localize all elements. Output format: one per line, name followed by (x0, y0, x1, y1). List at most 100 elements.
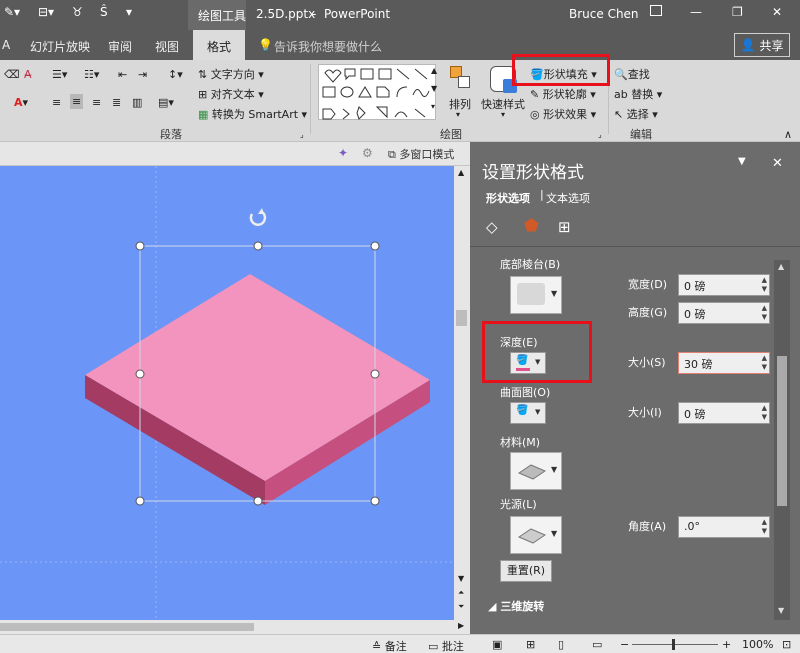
close-window-icon[interactable]: ✕ (772, 5, 782, 19)
scroll-down-icon[interactable]: ▼ (458, 574, 464, 583)
effects-icon: ◎ (530, 108, 540, 121)
depth-size-field[interactable]: 30 磅 ▲ ▼ (678, 352, 770, 374)
gallery-up-icon[interactable]: ▲ (431, 66, 437, 75)
arrange-dropdown-icon[interactable]: ▾ (456, 110, 460, 119)
h-scroll-thumb[interactable] (0, 623, 254, 631)
slide-sorter-icon[interactable]: ⊞ (526, 638, 535, 651)
zoom-slider-thumb[interactable] (672, 639, 675, 650)
minimize-icon[interactable]: — (690, 5, 702, 19)
paragraph-launcher-icon[interactable]: ⌟ (300, 130, 304, 139)
format-painter-icon[interactable]: ♉ (72, 5, 83, 19)
reading-view-icon[interactable]: ▯ (558, 638, 564, 651)
distribute-icon[interactable]: ▥ (132, 96, 142, 109)
pane-options-icon[interactable]: ▼ (738, 156, 746, 167)
gallery-down-icon[interactable]: ▼ (431, 84, 437, 93)
zoom-level[interactable]: 100% (742, 638, 773, 651)
pane-scroll-thumb[interactable] (777, 356, 787, 506)
multi-window-button[interactable]: ⧉ 多窗口模式 (388, 146, 454, 162)
numbering-icon[interactable]: ☷▾ (84, 68, 99, 81)
drawing-launcher-icon[interactable]: ⌟ (598, 130, 602, 139)
align-left-icon[interactable]: ≡ (52, 96, 61, 109)
align-text-button[interactable]: ⊞ 对齐文本 ▾ (198, 86, 264, 102)
pane-scroll-down-icon[interactable]: ▼ (778, 606, 784, 615)
contour-size-field[interactable]: 0 磅 ▲ ▼ (678, 402, 770, 424)
bottom-bevel-dropdown[interactable]: ▼ (510, 276, 562, 314)
slide-vertical-scrollbar[interactable]: ▲ ▼ ⏶ ⏷ (454, 166, 470, 620)
replace-button[interactable]: ab 替换 ▾ (614, 86, 662, 102)
zoom-out-icon[interactable]: − (620, 638, 629, 651)
sparkle-icon[interactable]: ✦ (338, 146, 348, 160)
slide-horizontal-scrollbar[interactable]: ▶ (0, 620, 470, 634)
select-button[interactable]: ↖ 选择 ▾ (614, 106, 658, 122)
clear-format-icon[interactable]: ⌫ (4, 68, 20, 81)
slideshow-icon[interactable]: ▭ (592, 638, 602, 651)
slide-canvas[interactable] (0, 166, 454, 620)
tab-shape-options[interactable]: 形状选项 (486, 190, 530, 206)
arrange-icon[interactable]: ⊟▾ (38, 5, 54, 19)
quick-styles-dropdown-icon[interactable]: ▾ (501, 110, 505, 119)
pane-close-icon[interactable]: ✕ (772, 156, 783, 171)
font-color-icon[interactable]: A▾ (14, 96, 28, 109)
contour-color-button[interactable]: 🪣 ▼ (510, 402, 546, 424)
shapes-gallery[interactable] (318, 64, 436, 120)
effects-pentagon-icon[interactable]: ⬟ (524, 216, 539, 236)
edit-shape-icon[interactable]: ✎▾ (4, 5, 20, 19)
gallery-more-icon[interactable]: ▾ (431, 102, 435, 111)
tab-a[interactable]: A (2, 38, 10, 52)
pane-scrollbar[interactable]: ▲ ▼ (774, 260, 790, 620)
justify-icon[interactable]: ≣ (112, 96, 121, 109)
text-direction-button[interactable]: ⇅ 文字方向 ▾ (198, 66, 264, 82)
tab-slideshow[interactable]: 幻灯片放映 (30, 38, 90, 55)
angle-field[interactable]: .0° ▲ ▼ (678, 516, 770, 538)
lighting-dropdown[interactable]: ▼ (510, 516, 562, 554)
pane-scroll-up-icon[interactable]: ▲ (778, 262, 784, 271)
arrange-icon-big[interactable] (448, 66, 472, 92)
align-center-icon[interactable]: ≡ (70, 94, 84, 109)
tab-review[interactable]: 审阅 (108, 38, 132, 55)
material-dropdown[interactable]: ▼ (510, 452, 562, 490)
shape-effects-button[interactable]: ◎ 形状效果 ▾ (530, 106, 596, 122)
tab-text-options[interactable]: 文本选项 (546, 190, 590, 206)
collapse-ribbon-icon[interactable]: ∧ (784, 128, 792, 141)
fill-line-icon[interactable]: ◇ (486, 218, 498, 236)
columns-icon[interactable]: ▤▾ (158, 96, 174, 109)
notes-button[interactable]: ≙ 备注 (372, 638, 407, 653)
size-properties-icon[interactable]: ⊞ (558, 218, 571, 236)
convert-smartart-button[interactable]: ▦ 转换为 SmartArt ▾ (198, 106, 307, 122)
fit-slide-icon[interactable]: ⊡ (782, 638, 791, 651)
editing-group-label: 编辑 (630, 128, 652, 141)
tab-view[interactable]: 视图 (155, 38, 179, 55)
zoom-slider[interactable] (632, 644, 718, 645)
share-button[interactable]: 👤 共享 (734, 33, 790, 57)
reset-button[interactable]: 重置(R) (500, 560, 552, 582)
qat-more-icon[interactable]: ▾ (126, 5, 132, 19)
lighting-chevron-icon: ▼ (551, 529, 558, 538)
gear-icon[interactable]: ⚙ (362, 146, 373, 160)
highlight-icon[interactable]: A̶ (24, 68, 32, 81)
comments-button[interactable]: ▭ 批注 (428, 638, 464, 653)
bullets-icon[interactable]: ☰▾ (52, 68, 67, 81)
scroll-right-icon[interactable]: ▶ (458, 621, 464, 630)
indent-inc-icon[interactable]: ⇥ (138, 68, 147, 81)
width-field[interactable]: 0 磅 ▲ ▼ (678, 274, 770, 296)
shape-outline-button[interactable]: ✎ 形状轮廓 ▾ (530, 86, 596, 102)
find-button[interactable]: 🔍查找 (614, 66, 650, 82)
3d-rotation-section[interactable]: ◢ 三维旋转 (488, 598, 544, 614)
slide-drawing (0, 166, 454, 620)
zoom-in-icon[interactable]: + (722, 638, 731, 651)
tab-format[interactable]: 格式 (207, 38, 231, 55)
scroll-up-icon[interactable]: ▲ (458, 168, 464, 177)
scroll-thumb[interactable] (456, 310, 467, 326)
restore-icon[interactable]: ❐ (732, 5, 743, 19)
tell-me-input[interactable]: 告诉我你想要做什么 (274, 38, 382, 55)
ribbon-display-icon[interactable] (650, 5, 662, 16)
height-field[interactable]: 0 磅 ▲ ▼ (678, 302, 770, 324)
user-name[interactable]: Bruce Chen (569, 7, 639, 21)
prev-slide-icon[interactable]: ⏶ (458, 588, 464, 598)
normal-view-icon[interactable]: ▣ (492, 638, 502, 651)
line-spacing-icon[interactable]: ↕▾ (168, 68, 183, 81)
indent-dec-icon[interactable]: ⇤ (118, 68, 127, 81)
shape-text-icon[interactable]: Ŝ (100, 5, 108, 19)
align-right-icon[interactable]: ≡ (92, 96, 101, 109)
next-slide-icon[interactable]: ⏷ (458, 602, 464, 612)
